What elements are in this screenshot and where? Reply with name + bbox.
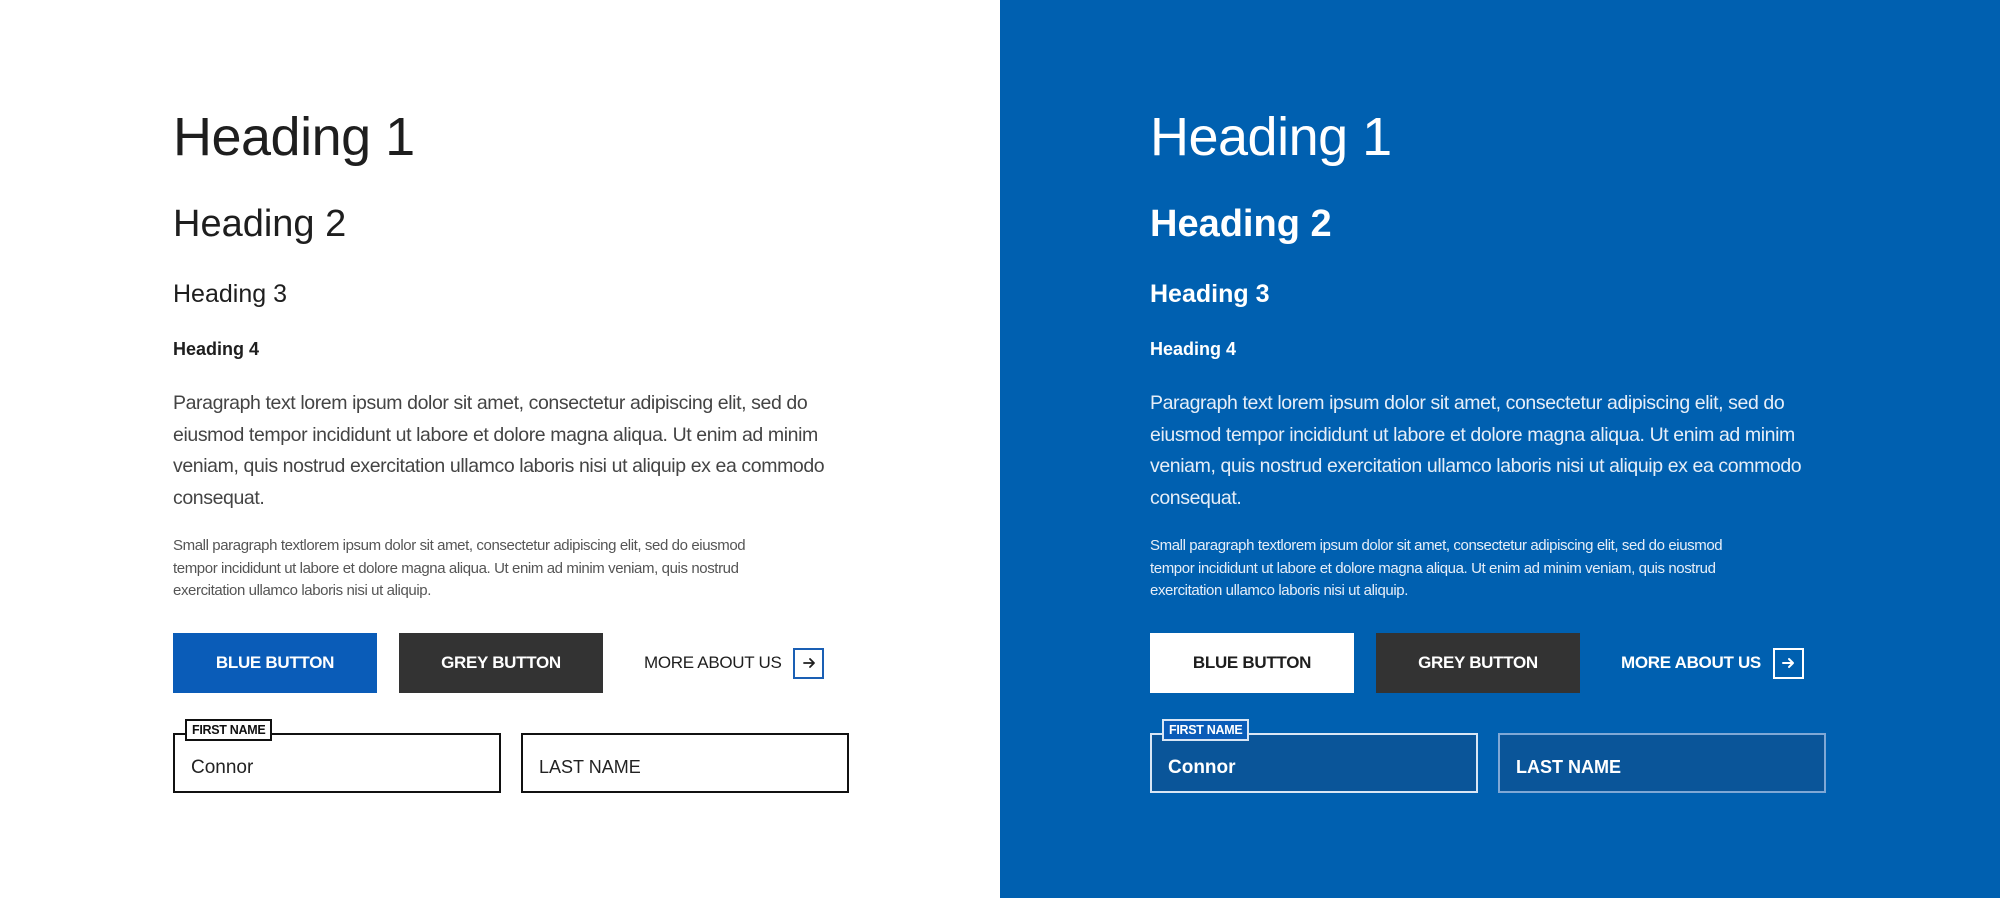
arrow-right-icon: [1772, 647, 1804, 679]
heading-3: Heading 3: [1150, 280, 1270, 308]
heading-1: Heading 1: [1150, 107, 1392, 167]
first-name-label: FIRST NAME: [1162, 719, 1250, 741]
heading-2: Heading 2: [1150, 203, 1332, 245]
paragraph-text: Paragraph text lorem ipsum dolor sit ame…: [173, 392, 825, 509]
grey-button[interactable]: GREY BUTTON: [1376, 633, 1580, 693]
small-paragraph-text: Small paragraph textlorem ipsum dolor si…: [173, 537, 746, 599]
first-name-label: FIRST NAME: [185, 719, 273, 741]
heading-3: Heading 3: [173, 280, 287, 308]
first-name-field: FIRST NAME: [173, 719, 501, 793]
grey-button[interactable]: GREY BUTTON: [399, 633, 603, 693]
more-about-us-link[interactable]: MORE ABOUT US: [1621, 633, 1804, 693]
light-theme-panel: Heading 1 Heading 2 Heading 3 Heading 4 …: [0, 0, 1000, 898]
more-about-us-link[interactable]: MORE ABOUT US: [644, 633, 825, 693]
heading-2: Heading 2: [173, 203, 347, 245]
more-about-us-label: MORE ABOUT US: [644, 653, 782, 672]
more-about-us-label: MORE ABOUT US: [1621, 653, 1761, 672]
last-name-field: [1498, 733, 1826, 793]
heading-4: Heading 4: [173, 339, 260, 359]
first-name-input[interactable]: [1168, 755, 1458, 781]
first-name-input[interactable]: [191, 755, 481, 781]
arrow-right-icon: [793, 647, 825, 679]
first-name-field: FIRST NAME: [1150, 719, 1478, 793]
paragraph-text: Paragraph text lorem ipsum dolor sit ame…: [1150, 392, 1802, 509]
blue-button[interactable]: BLUE BUTTON: [173, 633, 377, 693]
heading-4: Heading 4: [1150, 339, 1237, 359]
blue-theme-panel: Heading 1 Heading 2 Heading 3 Heading 4 …: [1000, 0, 2000, 898]
last-name-input[interactable]: [1516, 755, 1806, 781]
last-name-field: [521, 733, 849, 793]
heading-1: Heading 1: [173, 107, 415, 167]
last-name-input[interactable]: [539, 755, 829, 781]
small-paragraph-text: Small paragraph textlorem ipsum dolor si…: [1150, 537, 1723, 599]
blue-button[interactable]: BLUE BUTTON: [1150, 633, 1354, 693]
